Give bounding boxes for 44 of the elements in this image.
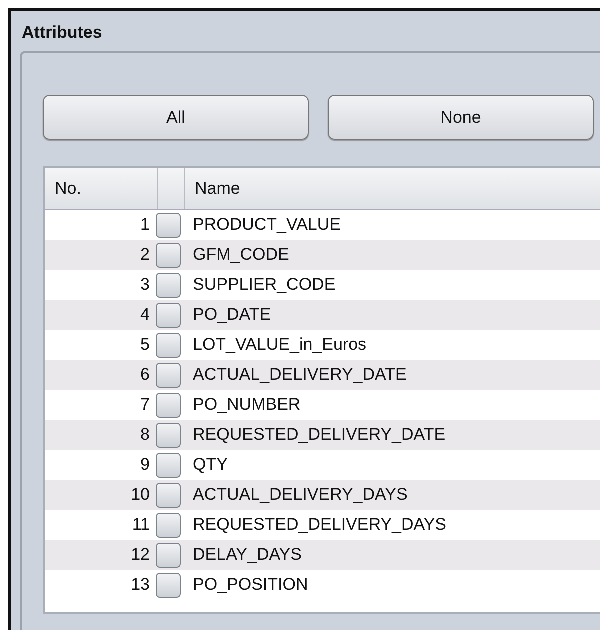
row-number: 2 [140, 244, 150, 266]
row-number: 7 [140, 394, 150, 416]
panel-title: Attributes [22, 23, 104, 43]
checkbox[interactable] [156, 542, 181, 568]
row-number: 8 [140, 424, 150, 446]
checkbox[interactable] [156, 452, 181, 478]
row-number: 6 [140, 364, 150, 386]
row-number: 12 [130, 544, 150, 566]
checkbox[interactable] [156, 362, 181, 388]
checkbox[interactable] [156, 272, 181, 298]
select-button[interactable]: None [328, 95, 594, 140]
attribute-name: LOT_VALUE_in_Euros [193, 334, 367, 356]
checkbox[interactable] [156, 332, 181, 358]
row-number: 13 [130, 574, 150, 596]
attribute-name: REQUESTED_DELIVERY_DATE [193, 424, 446, 446]
row-number: 4 [140, 304, 150, 326]
row-number: 5 [140, 334, 150, 356]
checkbox[interactable] [156, 242, 181, 268]
attribute-name: ACTUAL_DELIVERY_DAYS [193, 484, 408, 506]
attribute-name: PO_NUMBER [193, 394, 301, 416]
checkbox[interactable] [156, 212, 181, 238]
attribute-name: PO_DATE [193, 304, 272, 326]
attribute-name: PO_POSITION [193, 574, 308, 596]
select-button[interactable]: All [43, 95, 309, 140]
checkbox[interactable] [156, 482, 181, 508]
attribute-name: ACTUAL_DELIVERY_DATE [193, 364, 407, 386]
checkbox[interactable] [156, 572, 181, 598]
attribute-name: PRODUCT_VALUE [193, 214, 341, 236]
column-header[interactable]: Name [185, 168, 240, 209]
attribute-name: QTY [193, 454, 228, 476]
attribute-name: REQUESTED_DELIVERY_DAYS [193, 514, 447, 536]
row-number: 10 [130, 484, 150, 506]
row-number: 11 [131, 514, 150, 536]
checkbox[interactable] [156, 392, 181, 418]
row-number: 9 [140, 454, 150, 476]
attribute-name: SUPPLIER_CODE [193, 274, 336, 296]
checkbox[interactable] [156, 512, 181, 538]
column-header[interactable]: No. [45, 168, 158, 209]
row-number: 3 [140, 274, 150, 296]
attribute-name: DELAY_DAYS [193, 544, 302, 566]
attribute-name: GFM_CODE [193, 244, 290, 266]
checkbox[interactable] [156, 422, 181, 448]
checkbox[interactable] [156, 302, 181, 328]
row-number: 1 [140, 214, 150, 236]
